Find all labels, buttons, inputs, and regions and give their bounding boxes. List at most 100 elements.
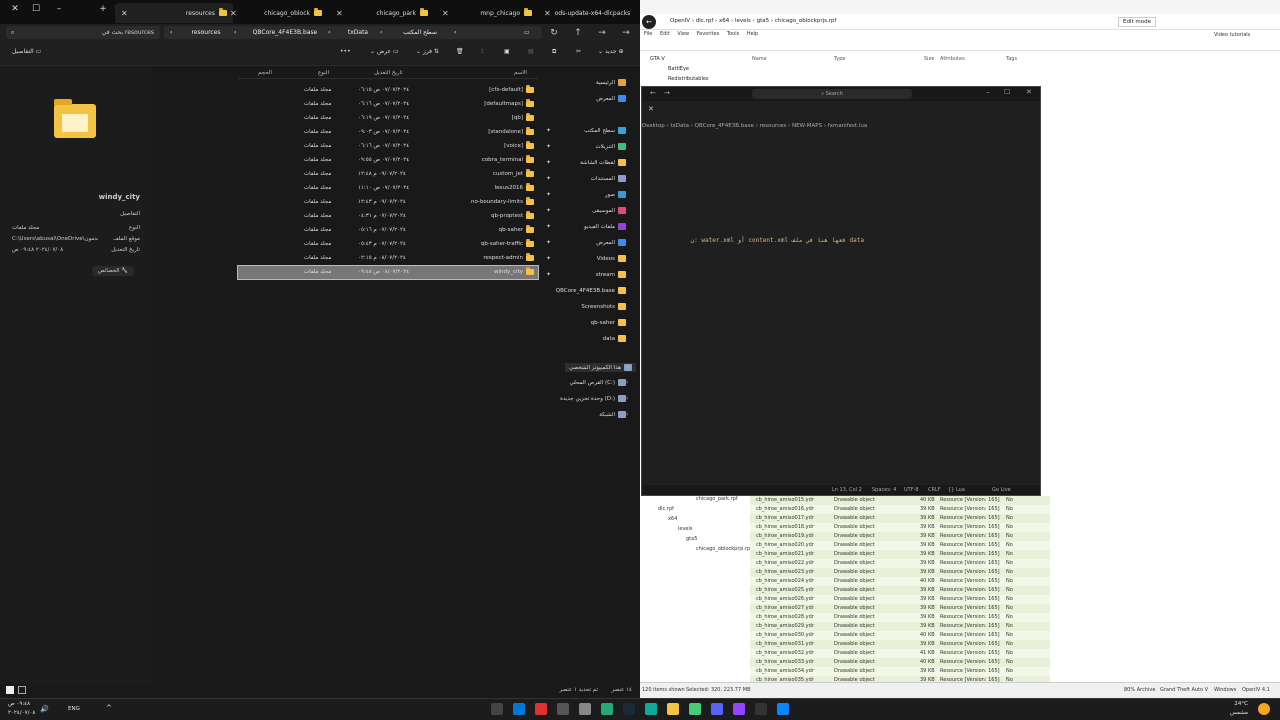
tray-chevron-icon[interactable]: ^ — [106, 704, 112, 712]
more-options-icon[interactable]: ••• — [340, 48, 351, 55]
pin-icon[interactable]: ✦ — [546, 223, 551, 230]
expand-chevron-icon[interactable]: › — [626, 411, 628, 418]
pin-icon[interactable]: ✦ — [546, 239, 551, 246]
nav-item[interactable]: qb-saher — [591, 319, 626, 326]
breadcrumb[interactable]: ‹ resources ‹ QBCore_4F4E3B.base ‹ txDat… — [164, 26, 542, 39]
tree-gtav[interactable]: GTA V — [650, 56, 665, 62]
volume-icon[interactable]: 🔊 — [40, 705, 49, 713]
nav-item[interactable]: الموسيقى — [592, 207, 626, 214]
code-line[interactable]: data فعها هنا في ملف content.xml أو wate… — [644, 237, 864, 244]
file-row[interactable]: [qb] ٠٧/٠٧/٢٠٢٤ ص ٠٦:١٩ مجلد ملفات — [238, 112, 538, 125]
file-row[interactable]: [defaultmaps] ٠٧/٠٧/٢٠٢٤ ص ٠٦:١٦ مجلد ملفا… — [238, 98, 538, 111]
delete-icon[interactable]: 🗑 — [456, 48, 464, 55]
nav-item[interactable]: المستندات — [591, 175, 626, 182]
file-row[interactable]: qb-proptest ٠٧/٠٧/٢٠٢٤ م ٠٤:٣١ مجلد ملفات — [238, 210, 538, 223]
nav-item[interactable]: الرئيسية — [596, 79, 626, 86]
sort-button[interactable]: ⌄ فرز ⇅ — [416, 48, 439, 55]
refresh-icon[interactable]: ↻ — [546, 26, 562, 40]
archive-row[interactable]: cb_hiroe_amiso024.ydr Drawable object 40 K… — [750, 577, 1050, 586]
pin-icon[interactable]: ✦ — [546, 159, 551, 166]
archive-row[interactable]: cb_hiroe_amiso029.ydr Drawable object 39 K… — [750, 622, 1050, 631]
menu-help[interactable]: Help — [747, 31, 758, 37]
file-row[interactable]: [cfx-default] ٠٧/٠٧/٢٠٢٤ ص ٠٦:١٥ مجلد ملفا… — [238, 84, 538, 97]
archive-row[interactable]: cb_hiroe_amiso030.ydr Drawable object 40 K… — [750, 631, 1050, 640]
weather-label[interactable]: مشمس — [1230, 710, 1248, 716]
archive-row[interactable]: cb_hiroe_amiso032.ydr Drawable object 41 K… — [750, 649, 1050, 658]
tiles-view-icon[interactable] — [18, 686, 26, 694]
search-icon[interactable] — [755, 703, 767, 715]
forward-arrow-icon[interactable]: → — [664, 89, 670, 97]
menu-tools[interactable]: Tools — [727, 31, 739, 37]
app-icon[interactable] — [579, 703, 591, 715]
file-row[interactable]: windy_city ٠٨/٠٧/٢٠٢٤ ص ٠٩:٤٨ مجلد ملفات — [237, 265, 539, 280]
crumb-txdata[interactable]: txData — [340, 26, 376, 39]
pin-icon[interactable]: ✦ — [546, 207, 551, 214]
nav-item[interactable]: صور — [605, 191, 626, 198]
start-icon[interactable] — [777, 703, 789, 715]
tab-mnp-chicago[interactable]: ✕ mnp_chicago — [436, 3, 538, 23]
file-explorer-app-icon[interactable] — [667, 703, 679, 715]
header-size[interactable]: Size — [924, 56, 934, 62]
crumb-qbcore[interactable]: QBCore_4F4E3B.base — [244, 26, 326, 39]
steam-app-icon[interactable] — [623, 703, 635, 715]
column-size[interactable]: الحجم — [258, 70, 272, 76]
close-tab-icon[interactable]: ✕ — [442, 9, 449, 18]
nav-item[interactable]: stream — [596, 271, 626, 278]
archive-row[interactable]: cb_hiroe_amiso019.ydr Drawable object 39 K… — [750, 532, 1050, 541]
discord-app-icon[interactable] — [711, 703, 723, 715]
cursor-position[interactable]: Ln 13, Col 2 — [832, 487, 862, 493]
file-row[interactable]: [standalone] ٠٧/٠٧/٢٠٢٤ ص ٠٩:٠٣ مجلد ملفات — [238, 126, 538, 139]
forward-arrow-icon[interactable]: → — [594, 26, 610, 40]
tree-redist[interactable]: Redistributables — [668, 76, 709, 82]
pin-icon[interactable]: ✦ — [546, 175, 551, 182]
file-row[interactable]: qb-saher ٠٧/٠٧/٢٠٢٤ م ٠٥:١٦ مجلد ملفات — [238, 224, 538, 237]
app-icon[interactable] — [733, 703, 745, 715]
app-icon[interactable] — [645, 703, 657, 715]
tree-battleye[interactable]: BattlEye — [668, 66, 689, 72]
command-search-input[interactable]: ⌕ Search — [752, 89, 912, 99]
edit-mode-button[interactable]: Edit mode — [1118, 17, 1156, 27]
archive-row[interactable]: cb_hiroe_amiso025.ydr Drawable object 39 K… — [750, 586, 1050, 595]
archive-row[interactable]: cb_hiroe_amiso018.ydr Drawable object 39 K… — [750, 523, 1050, 532]
close-tab-icon[interactable]: ✕ — [230, 9, 237, 18]
encoding[interactable]: UTF-8 — [904, 487, 919, 493]
nav-item[interactable]: المعرض — [596, 95, 626, 102]
pin-icon[interactable]: ✦ — [546, 143, 551, 150]
expand-chevron-icon[interactable]: › — [626, 379, 628, 386]
new-tab-icon[interactable]: + — [96, 3, 110, 15]
tab-resources[interactable]: ✕ resources — [115, 3, 233, 23]
file-row[interactable]: cobra_terminal ٠٧/٠٧/٢٠٢٤ ص ٠٩:٥٥ مجلد ملف… — [238, 154, 538, 167]
crumb-resources[interactable]: resources — [184, 26, 228, 39]
archive-row[interactable]: cb_hiroe_amiso022.ydr Drawable object 39 K… — [750, 559, 1050, 568]
minimize-icon[interactable]: – — [52, 3, 66, 15]
crumb-desktop[interactable]: سطح المكتب — [392, 26, 448, 39]
archive-row[interactable]: cb_hiroe_amiso020.ydr Drawable object 39 K… — [750, 541, 1050, 550]
close-tab-icon[interactable]: ✕ — [336, 9, 343, 18]
file-row[interactable]: no-boundary-limits ٠٩/٠٧/٢٠٢٤ م ١٢:٤٣ مجلد… — [238, 196, 538, 209]
details-view-icon[interactable] — [6, 686, 14, 694]
menu-edit[interactable]: Edit — [660, 31, 670, 37]
file-row[interactable]: lexus2016 ٠٧/٠٧/٢٠٢٤ ص ١١:١٠ مجلد ملفات — [238, 182, 538, 195]
minimize-icon[interactable]: – — [986, 88, 990, 96]
archive-row[interactable]: cb_hiroe_amiso028.ydr Drawable object 39 K… — [750, 613, 1050, 622]
details-toggle-button[interactable]: التفاصيل ▭ — [12, 48, 41, 55]
archive-row[interactable]: cb_hiroe_amiso016.ydr Drawable object 39 K… — [750, 505, 1050, 514]
video-tutorials-link[interactable]: Video tutorials — [1214, 32, 1250, 38]
expand-chevron-icon[interactable]: ⌄ — [626, 363, 631, 370]
nav-item[interactable]: المعرض — [596, 239, 626, 246]
close-editor-icon[interactable]: ✕ — [648, 105, 654, 113]
app-icon[interactable] — [535, 703, 547, 715]
view-button[interactable]: ⌄ عرض ▭ — [370, 48, 399, 55]
chevron-left-icon[interactable]: ‹ — [170, 26, 172, 39]
back-arrow-icon[interactable]: → — [618, 26, 634, 40]
app-icon[interactable] — [491, 703, 503, 715]
tab-chicago-oblock[interactable]: ✕ chicago_oblock — [224, 3, 328, 23]
file-row[interactable]: respect-admin ٠٨/٠٧/٢٠٢٤ م ٠٢:١٥ مجلد ملفا… — [238, 252, 538, 265]
menu-favorites[interactable]: Favorites — [697, 31, 720, 37]
file-row[interactable]: [voice] ٠٧/٠٧/٢٠٢٤ ص ٠٦:١٦ مجلد ملفات — [238, 140, 538, 153]
archive-row[interactable]: cb_hiroe_amiso026.ydr Drawable object 39 K… — [750, 595, 1050, 604]
column-name[interactable]: الاسم — [514, 70, 527, 76]
maximize-icon[interactable]: ☐ — [1004, 88, 1010, 96]
nav-item[interactable]: لقطات الشاشة — [580, 159, 626, 166]
copy-icon[interactable]: ⧉ — [552, 48, 556, 56]
